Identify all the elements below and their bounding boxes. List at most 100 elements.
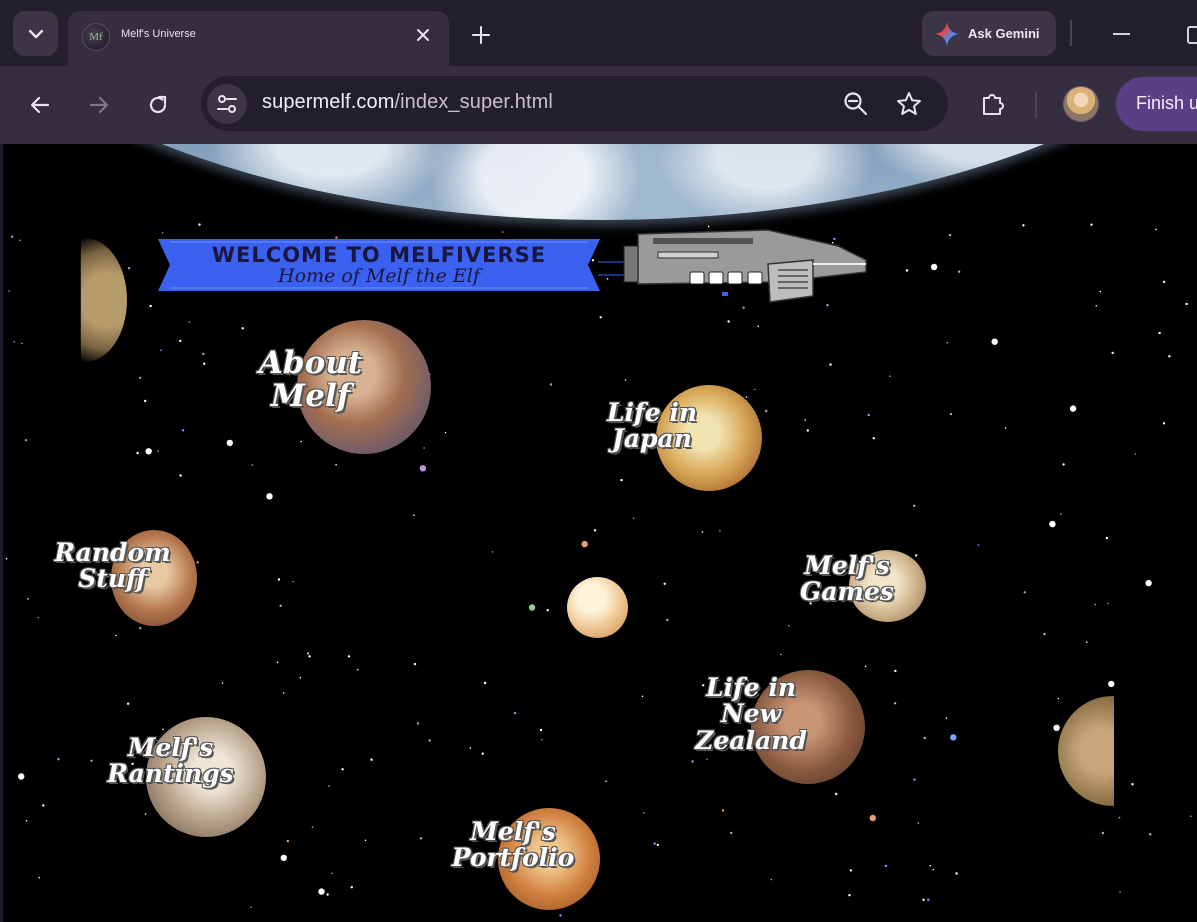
star [357,668,359,671]
banner-subtitle: Home of Melf the Elf [278,265,480,287]
star [21,342,23,345]
link-life-in-new-zealand[interactable]: Life in New Zealand [689,673,813,754]
arrow-left-icon [30,96,50,114]
star [948,233,952,237]
star [292,580,295,583]
star [957,270,961,273]
star [328,785,330,787]
star [867,413,870,417]
star [413,514,415,516]
star [126,702,130,705]
tab-close-button[interactable] [411,23,435,47]
star [559,914,562,917]
star [922,898,925,901]
star [977,544,980,546]
star [955,872,958,875]
star [1158,331,1161,335]
star [742,306,745,309]
link-random-stuff[interactable]: Random Stuff [50,539,175,593]
star [1185,302,1188,306]
star [24,439,28,442]
minimize-button[interactable] [1113,33,1130,35]
star [413,662,417,666]
star [501,231,504,233]
star [1155,228,1157,231]
star [444,431,447,434]
star [5,557,8,560]
star [115,634,117,637]
star [162,728,164,731]
star [1190,815,1192,817]
forward-button[interactable] [81,87,117,123]
tab-list-button[interactable] [13,11,58,56]
star [1049,520,1056,528]
star [300,440,302,443]
active-tab[interactable]: Mf Melf's Universe [68,11,449,66]
address-bar[interactable]: supermelf.com/index_super.html [201,76,948,131]
star [946,341,948,344]
new-tab-button[interactable] [466,20,496,50]
tab-title: Melf's Universe [121,28,196,40]
star [428,739,431,742]
arrow-right-icon [89,96,109,114]
star [145,448,152,455]
star [42,804,45,807]
star [308,655,311,658]
star [1053,724,1060,731]
star [804,419,806,421]
star [884,864,888,868]
star [864,665,867,668]
star [1094,603,1096,606]
link-life-in-japan[interactable]: Life in Japan [601,399,703,453]
link-nz-line1: Life in [705,673,797,702]
link-melfs-games[interactable]: Melf's Games [794,552,900,606]
star [653,842,656,845]
site-info-button[interactable] [207,84,247,124]
star [241,327,244,330]
star [872,437,875,440]
star [306,652,310,655]
star [25,820,28,822]
url-text[interactable]: supermelf.com/index_super.html [262,91,553,114]
link-melfs-rantings[interactable]: Melf's Rantings [103,734,238,788]
star [666,618,669,622]
reload-button[interactable] [140,87,176,123]
link-melfs-portfolio[interactable]: Melf's Portfolio [448,818,578,872]
star [1069,405,1077,412]
maximize-button[interactable] [1187,26,1197,44]
plus-icon [472,26,490,44]
star [279,604,282,607]
star [139,627,142,630]
star [331,872,333,875]
star [161,232,164,234]
finish-update-button[interactable]: Finish u [1116,77,1197,131]
puzzle-icon [983,94,1004,115]
star [929,865,931,867]
zoom-button[interactable] [842,90,870,118]
star [1145,579,1152,587]
star [706,758,708,760]
back-button[interactable] [22,87,58,123]
star [539,728,543,732]
link-about-melf[interactable]: About Melf [248,347,373,412]
star [370,758,373,761]
star [581,540,588,548]
star [90,759,93,762]
bookmark-button[interactable] [895,90,923,118]
star [1043,632,1046,636]
star [780,653,782,656]
extensions-button[interactable] [976,87,1010,121]
star [179,474,182,477]
ask-gemini-button[interactable]: Ask Gemini [922,11,1056,56]
spaceship-image [598,229,867,303]
star [788,624,790,627]
browser-toolbar: supermelf.com/index_super.html Finish u [0,66,1197,144]
star [889,375,891,377]
star [541,738,543,741]
profile-avatar[interactable] [1063,86,1099,122]
star [701,531,704,533]
star [932,868,934,871]
star [719,530,721,532]
star [1131,783,1134,786]
star [280,854,287,861]
